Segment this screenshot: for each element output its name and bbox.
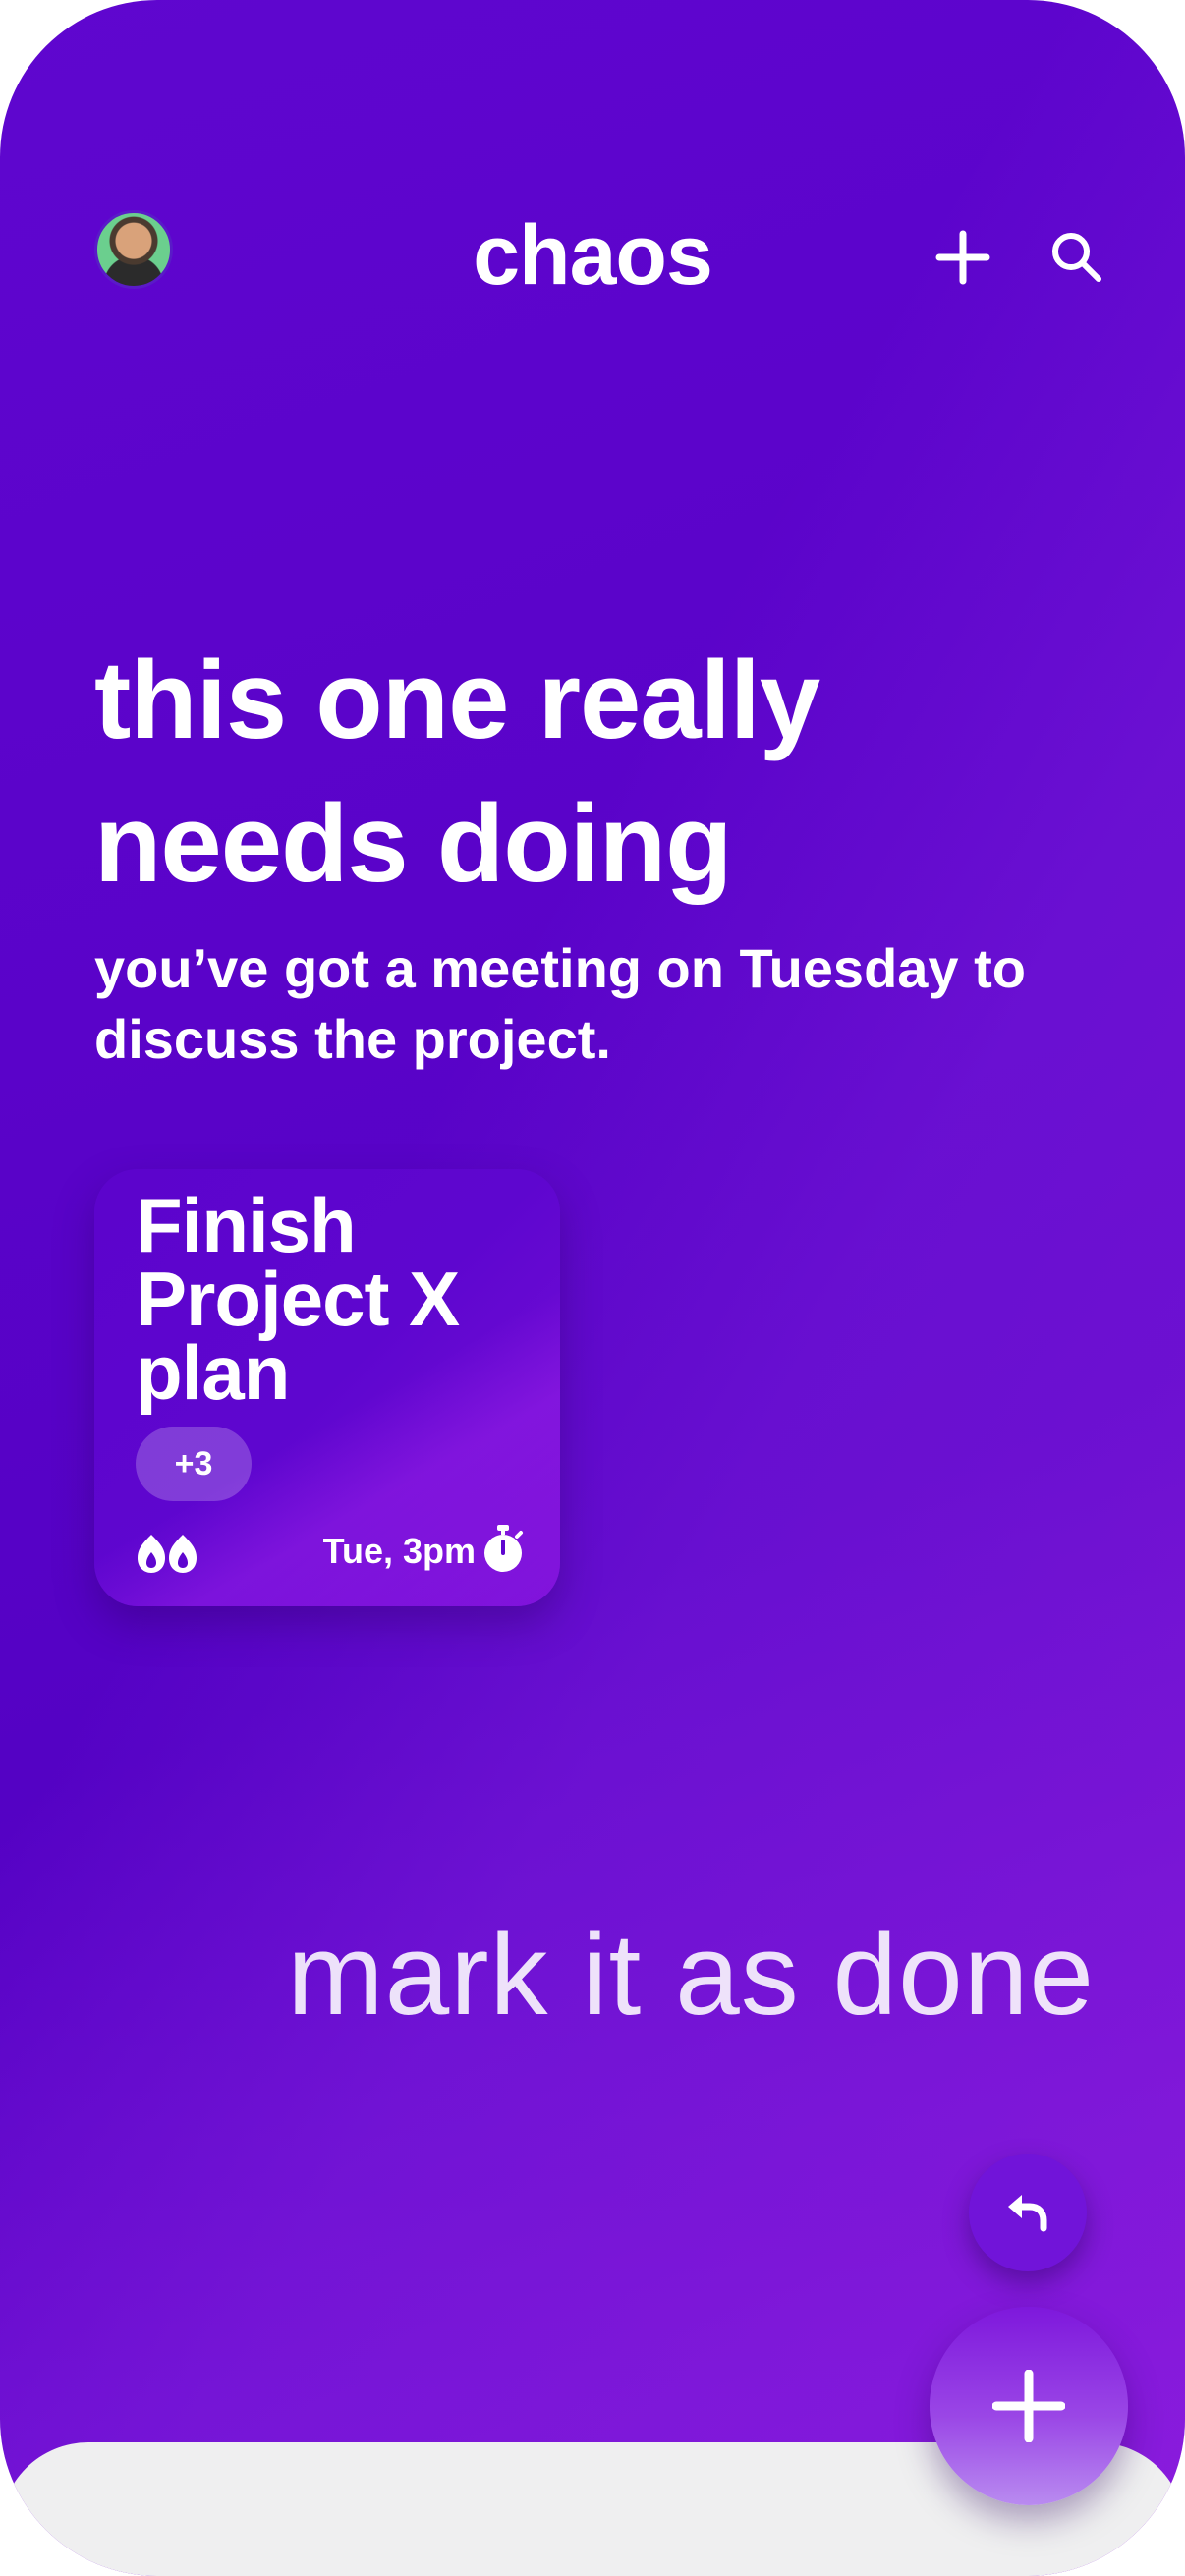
plus-icon — [935, 230, 990, 285]
due-date: Tue, 3pm — [322, 1531, 476, 1571]
task-card[interactable]: Finish Project X plan +3 Tue, 3pm — [94, 1169, 560, 1606]
headline: this one really needs doing — [94, 639, 820, 905]
flame-pair-icon — [138, 1535, 197, 1573]
app-screen: chaos this one really needs doing you’ve… — [0, 0, 1185, 2576]
task-title: Finish Project X plan — [136, 1182, 460, 1416]
subline: you’ve got a meeting on Tuesday to discu… — [94, 937, 1026, 1070]
app-header: chaos — [0, 196, 1185, 314]
plus-icon — [992, 2370, 1065, 2442]
add-task-button[interactable] — [931, 226, 994, 289]
app-title: chaos — [473, 208, 713, 303]
search-icon — [1052, 233, 1101, 282]
search-button[interactable] — [1045, 226, 1108, 289]
extra-count-badge[interactable]: +3 — [136, 1427, 252, 1501]
stopwatch-icon — [484, 1525, 523, 1572]
undo-arrow-icon — [1008, 2195, 1047, 2232]
add-fab-button[interactable] — [930, 2307, 1128, 2505]
undo-button[interactable] — [969, 2154, 1087, 2271]
swipe-hint: mark it as done — [287, 1910, 1095, 2040]
